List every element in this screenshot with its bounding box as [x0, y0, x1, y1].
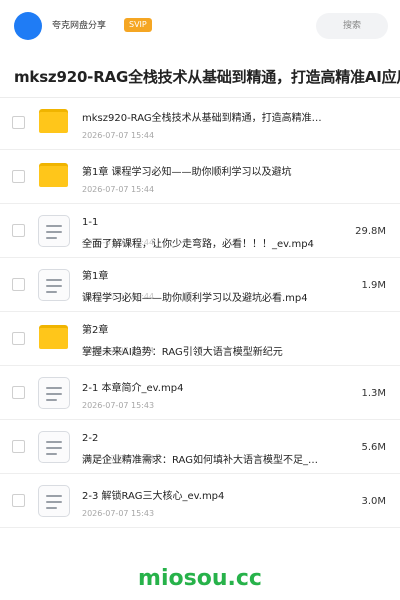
select-checkbox[interactable]	[12, 224, 25, 237]
document-icon	[38, 485, 70, 517]
folder-icon	[39, 109, 68, 133]
item-name: 1-1	[82, 217, 99, 228]
item-name: 第2章	[82, 325, 109, 336]
select-checkbox[interactable]	[12, 494, 25, 507]
folder-title-bar: mksz920-RAG全栈技术从基础到精通，打造高精准AI应用	[0, 56, 400, 98]
item-date: 2026-07-07 15:44	[82, 185, 155, 194]
file-size: 1.9M	[361, 280, 386, 291]
item-name: 2-3 解锁RAG三大核心_ev.mp4	[82, 491, 225, 502]
list-item[interactable]: mksz920-RAG全栈技术从基础到精通，打造高精准AI应用 2026-07-…	[0, 96, 400, 150]
item-name: 第1章	[82, 271, 109, 282]
item-name: 2-1 本章简介_ev.mp4	[82, 383, 184, 394]
item-name: mksz920-RAG全栈技术从基础到精通，打造高精准AI应用	[82, 113, 322, 124]
list-item[interactable]: 2026-07-07 15:44 第2章 掌握未来AI趋势：RAG引领大语言模型…	[0, 312, 400, 366]
file-size: 3.0M	[361, 496, 386, 507]
select-checkbox[interactable]	[12, 332, 25, 345]
file-size: 29.8M	[355, 226, 386, 237]
svip-badge: SVIP	[124, 18, 152, 32]
search-input[interactable]: 搜索	[316, 13, 388, 39]
list-item[interactable]: 2-1 本章简介_ev.mp4 2026-07-07 15:43 1.3M	[0, 366, 400, 420]
list-item[interactable]: 2026-07-07 15:44 1-1 全面了解课程，让你少走弯路，必看！！！…	[0, 204, 400, 258]
document-icon	[38, 269, 70, 301]
site-watermark: miosou.cc	[138, 566, 262, 591]
select-checkbox[interactable]	[12, 278, 25, 291]
file-size: 5.6M	[361, 442, 386, 453]
item-subtitle: 掌握未来AI趋势：RAG引领大语言模型新纪元	[82, 347, 283, 358]
select-checkbox[interactable]	[12, 386, 25, 399]
list-item[interactable]: 第1章 课程学习必知——助你顺利学习以及避坑 2026-07-07 15:44	[0, 150, 400, 204]
select-checkbox[interactable]	[12, 170, 25, 183]
sharer-name[interactable]: 夸克网盘分享	[52, 19, 106, 33]
document-icon	[38, 431, 70, 463]
select-checkbox[interactable]	[12, 440, 25, 453]
file-size: 1.3M	[361, 388, 386, 399]
item-subtitle: 全面了解课程，让你少走弯路，必看！！！_ev.mp4	[82, 239, 314, 250]
item-date: 2026-07-07 15:43	[82, 401, 155, 410]
folder-icon	[39, 325, 68, 349]
folder-icon	[39, 163, 68, 187]
document-icon	[38, 215, 70, 247]
folder-title: mksz920-RAG全栈技术从基础到精通，打造高精准AI应用	[14, 68, 400, 86]
item-date: 2026-07-07 15:44	[82, 131, 155, 140]
avatar[interactable]	[14, 12, 42, 40]
item-subtitle: 课程学习必知——助你顺利学习以及避坑必看.mp4	[82, 293, 308, 304]
list-item[interactable]: 2026-07-07 15:44 第1章 课程学习必知——助你顺利学习以及避坑必…	[0, 258, 400, 312]
share-header: 夸克网盘分享 SVIP 搜索	[0, 0, 400, 52]
list-item[interactable]: 2026-07-07 15:43 2-2 满足企业精准需求：RAG如何填补大语言…	[0, 420, 400, 474]
document-icon	[38, 377, 70, 409]
list-item[interactable]: 2-3 解锁RAG三大核心_ev.mp4 2026-07-07 15:43 3.…	[0, 474, 400, 528]
select-checkbox[interactable]	[12, 116, 25, 129]
item-subtitle: 满足企业精准需求：RAG如何填补大语言模型不足_ev.mp4	[82, 455, 322, 466]
item-name: 第1章 课程学习必知——助你顺利学习以及避坑	[82, 167, 292, 178]
item-date: 2026-07-07 15:43	[82, 509, 155, 518]
item-name: 2-2	[82, 433, 99, 444]
